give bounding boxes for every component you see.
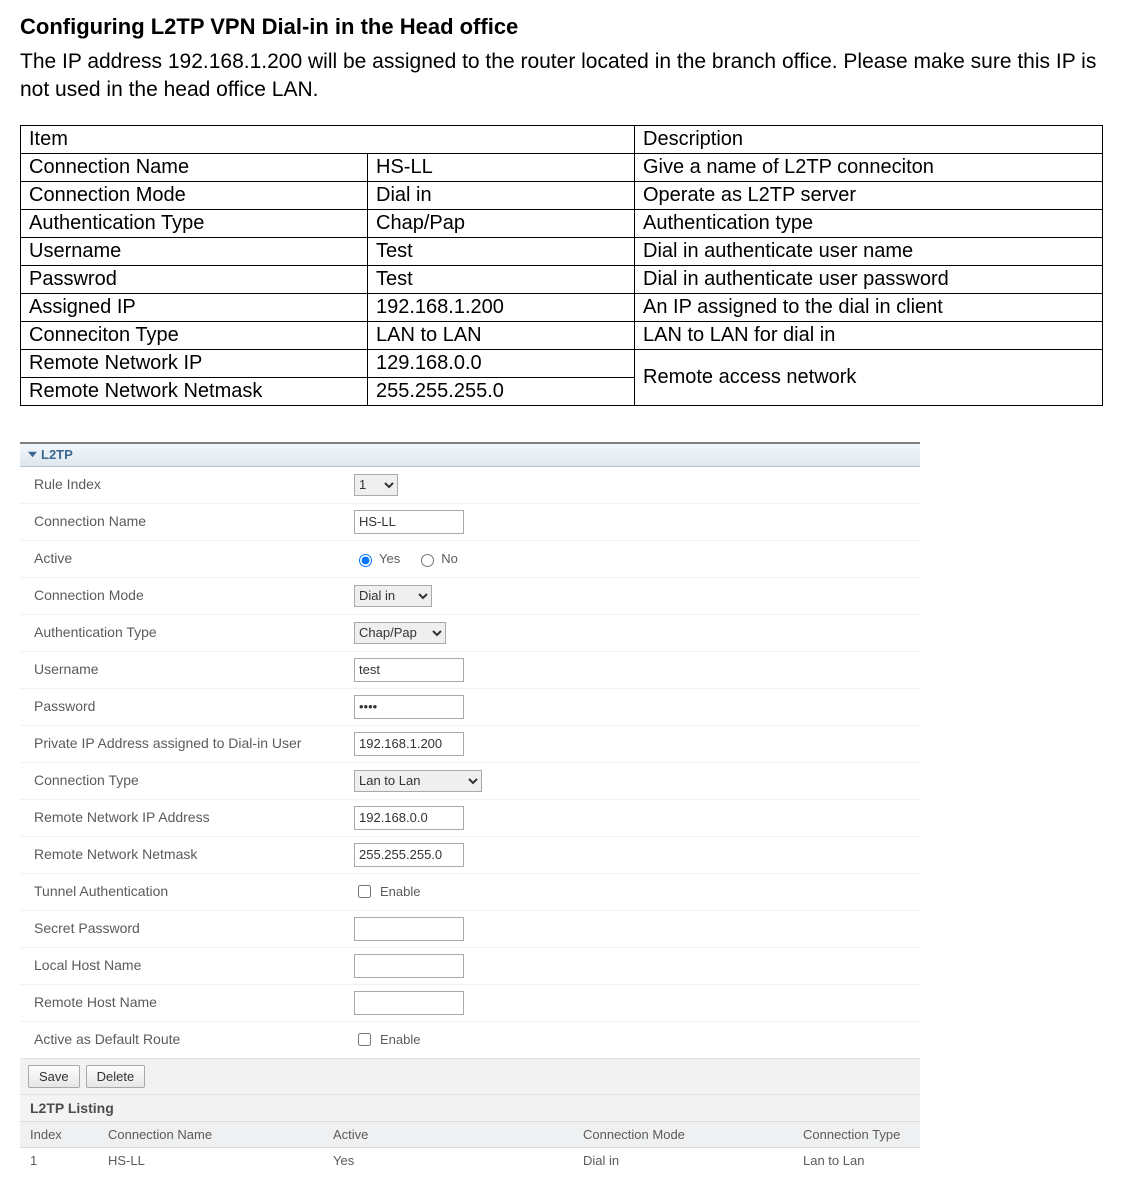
cell-val: 255.255.255.0 [368, 377, 635, 405]
label-remote-host: Remote Host Name [34, 994, 354, 1012]
listing-cell-type: Lan to Lan [793, 1148, 920, 1173]
label-active: Active [34, 550, 354, 568]
label-rule-index: Rule Index [34, 476, 354, 494]
cell-item: Username [21, 237, 368, 265]
cell-val: Chap/Pap [368, 209, 635, 237]
cell-item: Authentication Type [21, 209, 368, 237]
listing-header-row: Index Connection Name Active Connection … [20, 1122, 920, 1148]
th-desc: Description [635, 125, 1103, 153]
conn-mode-select[interactable]: Dial in [354, 585, 432, 607]
cell-desc: Authentication type [635, 209, 1103, 237]
label-conn-mode: Connection Mode [34, 587, 354, 605]
cell-val: Dial in [368, 181, 635, 209]
label-remote-mask: Remote Network Netmask [34, 846, 354, 864]
config-panel: L2TP Rule Index 1 Connection Name Active… [20, 442, 920, 1173]
listing-h-active: Active [323, 1122, 573, 1147]
panel-header: L2TP [20, 444, 920, 467]
auth-type-select[interactable]: Chap/Pap [354, 622, 446, 644]
label-conn-name: Connection Name [34, 513, 354, 531]
cell-desc: Dial in authenticate user password [635, 265, 1103, 293]
remote-ip-input[interactable] [354, 806, 464, 830]
conn-type-select[interactable]: Lan to Lan [354, 770, 482, 792]
description-table: Item Description Connection Name HS-LL G… [20, 125, 1103, 406]
label-conn-type: Connection Type [34, 772, 354, 790]
cell-desc: An IP assigned to the dial in client [635, 293, 1103, 321]
listing-h-index: Index [20, 1122, 98, 1147]
active-yes-radio[interactable] [359, 554, 372, 567]
cell-desc: LAN to LAN for dial in [635, 321, 1103, 349]
cell-desc: Give a name of L2TP conneciton [635, 153, 1103, 181]
save-button[interactable]: Save [28, 1065, 80, 1088]
remote-host-input[interactable] [354, 991, 464, 1015]
cell-item: Conneciton Type [21, 321, 368, 349]
local-host-input[interactable] [354, 954, 464, 978]
th-item: Item [21, 125, 635, 153]
cell-val: Test [368, 237, 635, 265]
listing-row[interactable]: 1 HS-LL Yes Dial in Lan to Lan [20, 1148, 920, 1173]
listing-cell-index: 1 [20, 1148, 98, 1173]
label-remote-ip: Remote Network IP Address [34, 809, 354, 827]
active-no-radio[interactable] [421, 554, 434, 567]
cell-item: Passwrod [21, 265, 368, 293]
cell-val: Test [368, 265, 635, 293]
cell-desc: Dial in authenticate user name [635, 237, 1103, 265]
priv-ip-input[interactable] [354, 732, 464, 756]
label-password: Password [34, 698, 354, 716]
username-input[interactable] [354, 658, 464, 682]
cell-desc: Remote access network [635, 349, 1103, 405]
listing-h-name: Connection Name [98, 1122, 323, 1147]
tunnel-auth-enable-label: Enable [380, 884, 420, 899]
secret-input[interactable] [354, 917, 464, 941]
default-route-checkbox[interactable] [358, 1033, 371, 1046]
listing-cell-name: HS-LL [98, 1148, 323, 1173]
cell-item: Connection Name [21, 153, 368, 181]
cell-item: Connection Mode [21, 181, 368, 209]
label-local-host: Local Host Name [34, 957, 354, 975]
label-username: Username [34, 661, 354, 679]
label-tunnel-auth: Tunnel Authentication [34, 883, 354, 901]
listing-h-type: Connection Type [793, 1122, 920, 1147]
password-input[interactable] [354, 695, 464, 719]
listing-h-mode: Connection Mode [573, 1122, 793, 1147]
listing-cell-active: Yes [323, 1148, 573, 1173]
label-default-route: Active as Default Route [34, 1031, 354, 1049]
page-title: Configuring L2TP VPN Dial-in in the Head… [20, 14, 1103, 40]
cell-val: LAN to LAN [368, 321, 635, 349]
conn-name-input[interactable] [354, 510, 464, 534]
cell-item: Remote Network Netmask [21, 377, 368, 405]
remote-mask-input[interactable] [354, 843, 464, 867]
label-auth-type: Authentication Type [34, 624, 354, 642]
default-route-enable-label: Enable [380, 1032, 420, 1047]
label-priv-ip: Private IP Address assigned to Dial-in U… [34, 735, 354, 753]
cell-val: 129.168.0.0 [368, 349, 635, 377]
radio-no-label: No [441, 551, 458, 566]
panel-tab-label: L2TP [41, 447, 73, 462]
intro-text: The IP address 192.168.1.200 will be ass… [20, 48, 1103, 105]
listing-cell-mode: Dial in [573, 1148, 793, 1173]
tunnel-auth-checkbox[interactable] [358, 885, 371, 898]
delete-button[interactable]: Delete [86, 1065, 146, 1088]
cell-desc: Operate as L2TP server [635, 181, 1103, 209]
chevron-down-icon [28, 450, 37, 459]
cell-item: Assigned IP [21, 293, 368, 321]
radio-yes-label: Yes [379, 551, 400, 566]
rule-index-select[interactable]: 1 [354, 474, 398, 496]
cell-val: 192.168.1.200 [368, 293, 635, 321]
panel-tab[interactable]: L2TP [20, 447, 81, 462]
listing-title: L2TP Listing [20, 1095, 920, 1122]
cell-item: Remote Network IP [21, 349, 368, 377]
label-secret: Secret Password [34, 920, 354, 938]
cell-val: HS-LL [368, 153, 635, 181]
